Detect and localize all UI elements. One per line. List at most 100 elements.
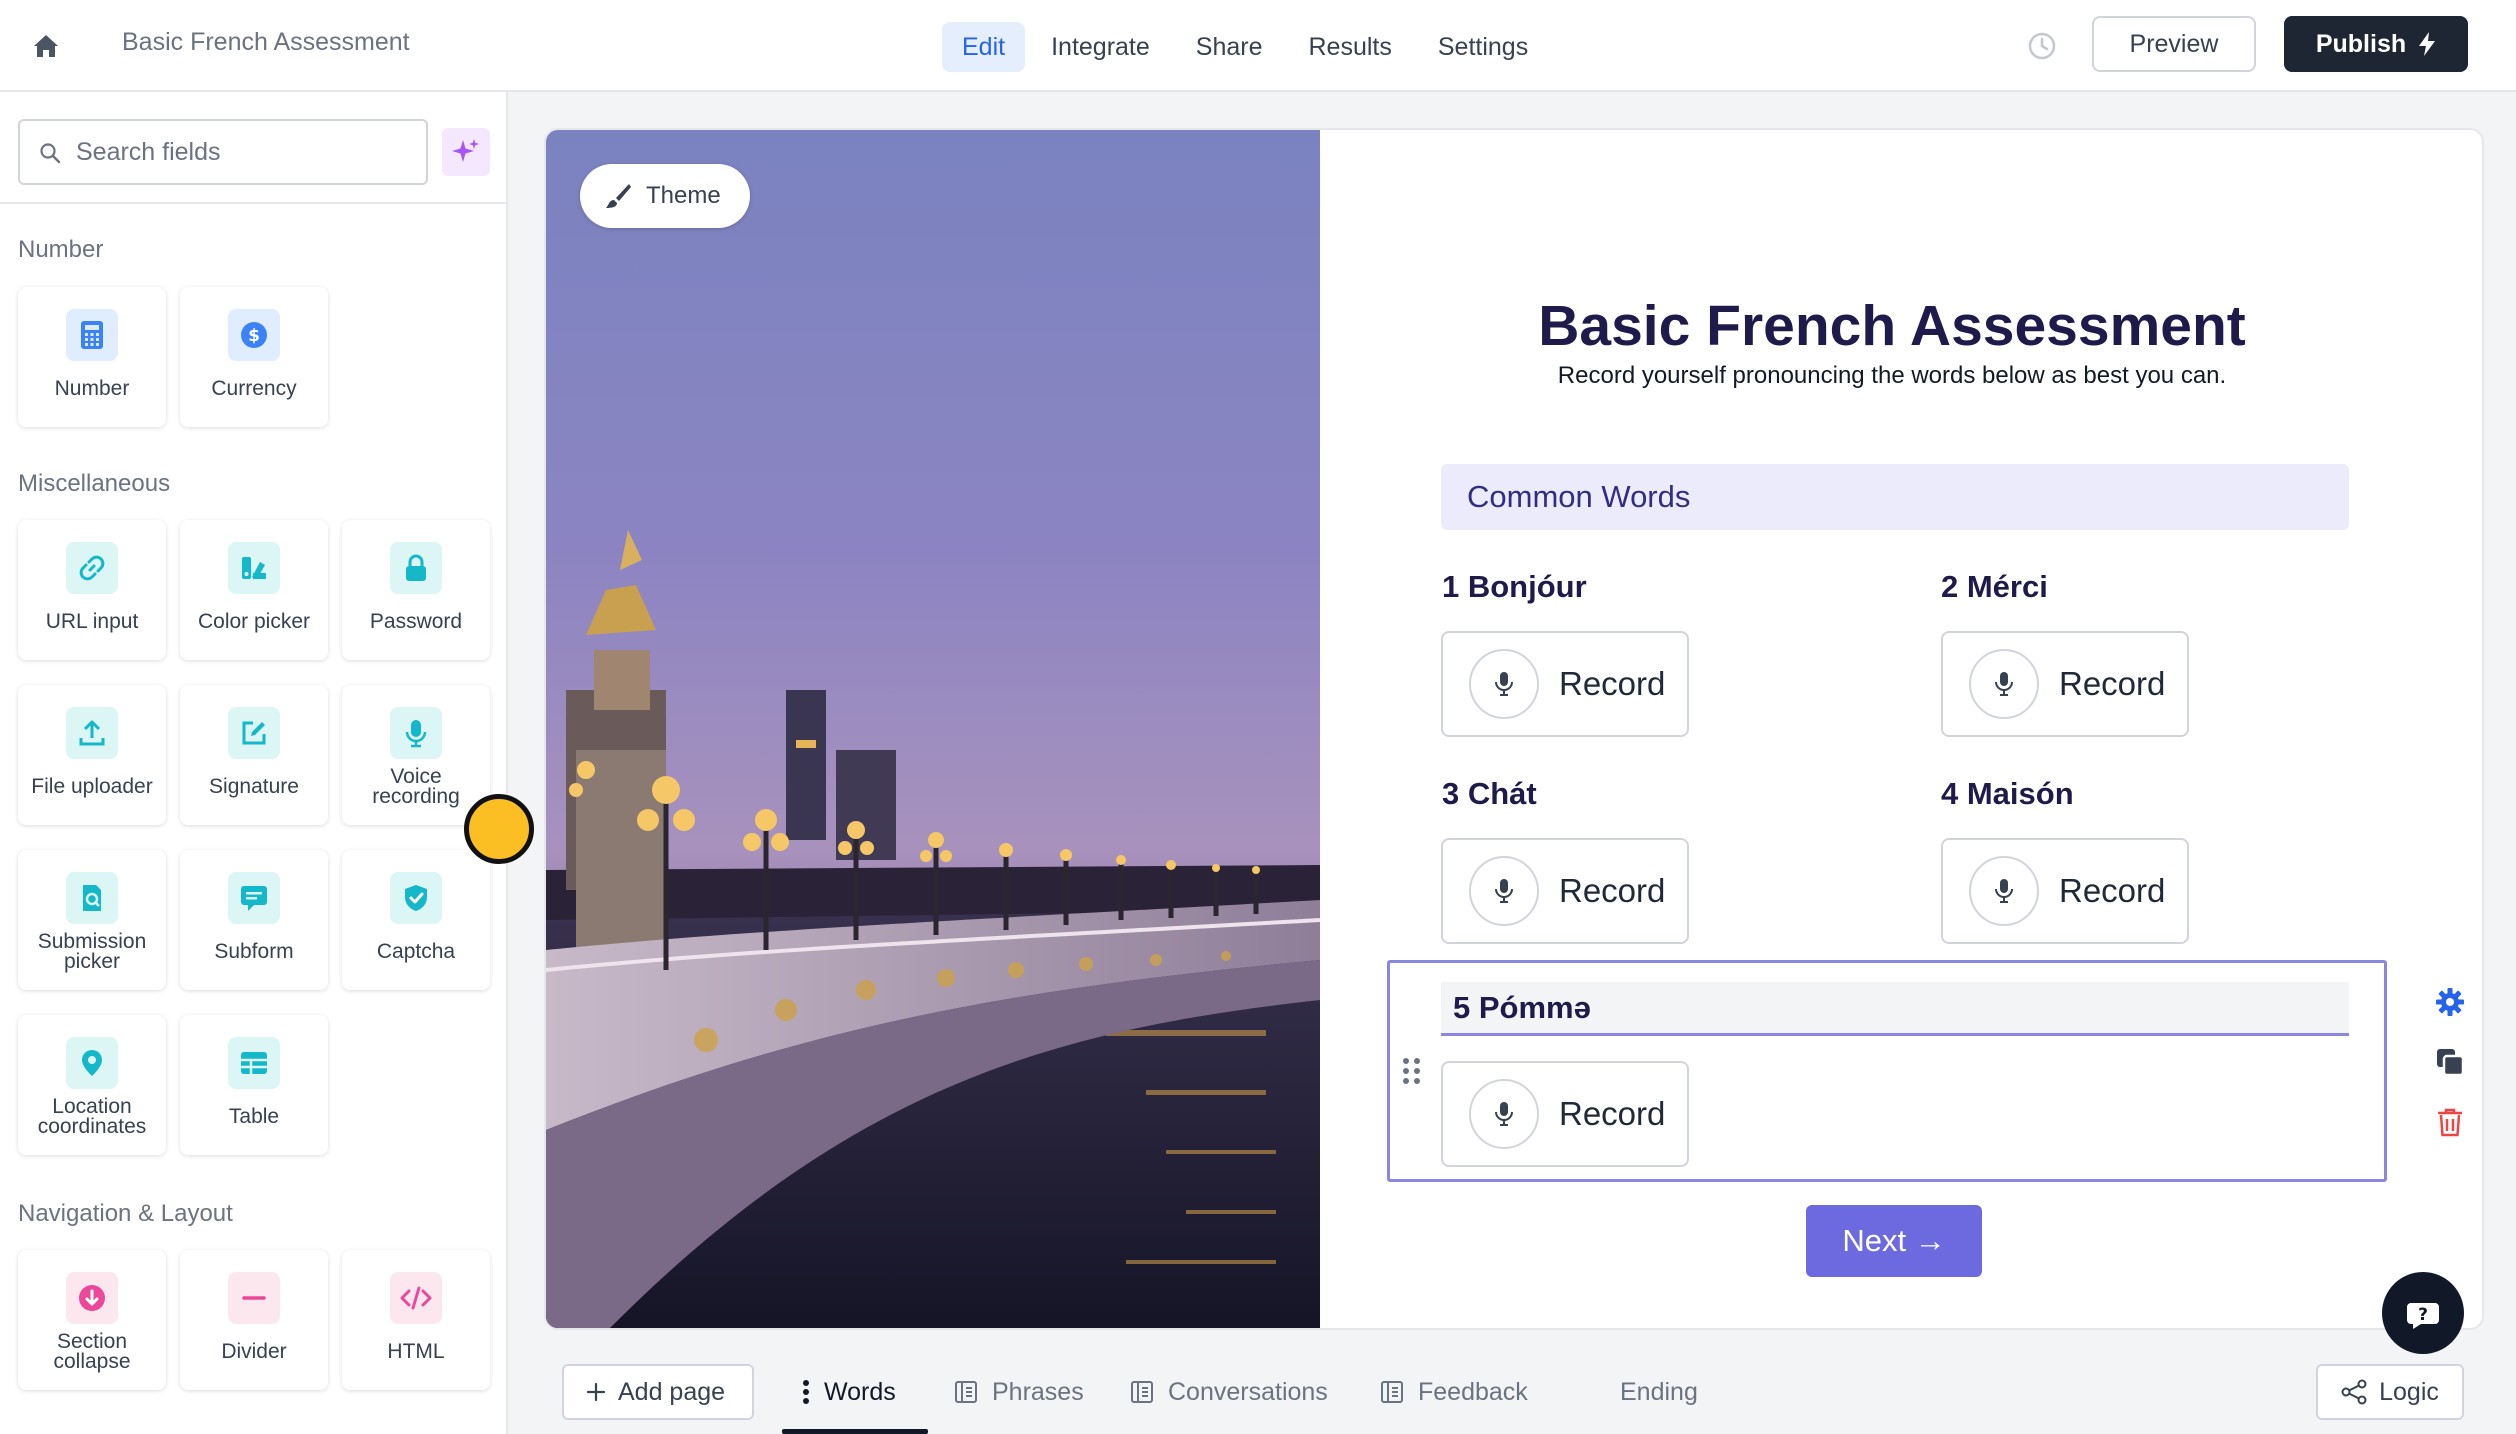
field-card-captcha[interactable]: Captcha xyxy=(342,850,490,990)
publish-button[interactable]: Publish xyxy=(2284,16,2468,72)
main-nav: Edit Integrate Share Results Settings xyxy=(942,22,1548,72)
record-button-5[interactable]: Record xyxy=(1441,1061,1689,1167)
lock-icon xyxy=(406,554,426,581)
field-card-section-collapse[interactable]: Section collapse xyxy=(18,1250,166,1390)
logic-label: Logic xyxy=(2379,1377,2439,1406)
field-card-submission-picker[interactable]: Submission picker xyxy=(18,850,166,990)
record-button-4[interactable]: Record xyxy=(1941,838,2189,944)
pointer-indicator xyxy=(464,794,534,864)
add-page-button[interactable]: Add page xyxy=(562,1364,754,1420)
field-card-file-uploader[interactable]: File uploader xyxy=(18,685,166,825)
field-card-subform[interactable]: Subform xyxy=(180,850,328,990)
field-card-voice-recording[interactable]: Voice recording xyxy=(342,685,490,825)
home-icon xyxy=(34,35,58,57)
block-settings-button[interactable] xyxy=(2430,982,2470,1022)
record-button-1[interactable]: Record xyxy=(1441,631,1689,737)
field-label: Voice recording xyxy=(372,765,460,808)
field-label: Color picker xyxy=(197,610,311,633)
field-card-signature[interactable]: Signature xyxy=(180,685,328,825)
record-label: Record xyxy=(1559,872,1666,909)
field-card-color-picker[interactable]: Color picker xyxy=(180,520,328,660)
microphone-icon xyxy=(405,720,427,748)
field-card-html[interactable]: HTML xyxy=(342,1250,490,1390)
question-2-label[interactable]: 2 Mérci xyxy=(1941,569,2048,605)
field-label: HTML xyxy=(387,1340,445,1363)
question-3-label[interactable]: 3 Chát xyxy=(1442,776,1537,812)
theme-label: Theme xyxy=(646,182,721,209)
kebab-menu-icon xyxy=(803,1380,809,1404)
form-title[interactable]: Basic French Assessment xyxy=(1392,293,2392,359)
microphone-icon xyxy=(1495,672,1513,696)
add-page-label: Add page xyxy=(618,1377,726,1406)
field-card-currency[interactable]: $ Currency xyxy=(180,287,328,427)
section-header-common-words[interactable]: Common Words xyxy=(1441,464,2349,530)
publish-label: Publish xyxy=(2315,29,2407,58)
field-label: Signature xyxy=(209,775,299,798)
field-card-table[interactable]: Table xyxy=(180,1015,328,1155)
record-button-3[interactable]: Record xyxy=(1441,838,1689,944)
form-subtitle[interactable]: Record yourself pronouncing the words be… xyxy=(1392,362,2392,390)
gear-icon xyxy=(2436,988,2464,1016)
tab-edit[interactable]: Edit xyxy=(942,22,1026,72)
drag-handle[interactable] xyxy=(1401,1056,1423,1091)
tab-share[interactable]: Share xyxy=(1176,22,1283,72)
section-title-number: Number xyxy=(18,236,104,263)
page-tab-label: Ending xyxy=(1620,1377,1698,1406)
field-label: Password xyxy=(369,610,463,633)
share-nodes-icon xyxy=(2341,1379,2367,1405)
code-icon xyxy=(400,1286,432,1310)
clock-icon xyxy=(2028,32,2056,60)
help-button[interactable]: ? xyxy=(2382,1272,2464,1354)
svg-text:?: ? xyxy=(2418,1305,2428,1325)
field-card-url-input[interactable]: URL input xyxy=(18,520,166,660)
home-button[interactable] xyxy=(26,26,66,66)
microphone-icon xyxy=(1995,879,2013,903)
field-label: Captcha xyxy=(376,940,456,963)
section-title-navigation: Navigation & Layout xyxy=(18,1200,233,1227)
version-history-button[interactable] xyxy=(2022,26,2062,66)
drag-dots-icon xyxy=(1403,1058,1420,1084)
tab-results[interactable]: Results xyxy=(1289,22,1412,72)
divider-icon xyxy=(242,1296,266,1300)
calculator-icon xyxy=(81,321,103,349)
page-tab-label: Feedback xyxy=(1418,1377,1528,1406)
field-card-number[interactable]: Number xyxy=(18,287,166,427)
search-field-box xyxy=(18,119,428,185)
tab-settings[interactable]: Settings xyxy=(1418,22,1548,72)
form-name[interactable]: Basic French Assessment xyxy=(122,28,410,57)
tab-integrate[interactable]: Integrate xyxy=(1031,22,1170,72)
field-card-password[interactable]: Password xyxy=(342,520,490,660)
block-actions xyxy=(2420,962,2480,1152)
ai-generate-button[interactable] xyxy=(442,128,490,176)
question-5-label-input[interactable]: 5 Pómmə xyxy=(1441,982,2349,1036)
logic-button[interactable]: Logic xyxy=(2316,1364,2464,1420)
duplicate-block-button[interactable] xyxy=(2430,1042,2470,1082)
page-tab-label: Words xyxy=(824,1377,896,1406)
page-icon xyxy=(955,1381,977,1403)
page-tab-conversations[interactable]: Conversations xyxy=(1130,1364,1328,1420)
page-tab-phrases[interactable]: Phrases xyxy=(954,1364,1084,1420)
theme-button[interactable]: Theme xyxy=(580,164,750,228)
question-1-label[interactable]: 1 Bonjóur xyxy=(1442,569,1587,605)
collapse-icon xyxy=(79,1285,105,1311)
dollar-icon: $ xyxy=(241,322,267,348)
section-title-misc: Miscellaneous xyxy=(18,470,171,497)
field-palette-sidebar: Number Number $ Currency Miscellaneous U… xyxy=(0,92,508,1434)
page-tab-feedback[interactable]: Feedback xyxy=(1380,1364,1528,1420)
next-button[interactable]: Next → xyxy=(1806,1205,1982,1277)
page-tab-ending[interactable]: Ending xyxy=(1620,1364,1698,1420)
delete-block-button[interactable] xyxy=(2430,1102,2470,1142)
field-label: Table xyxy=(228,1105,280,1128)
preview-button[interactable]: Preview xyxy=(2092,16,2256,72)
question-4-label[interactable]: 4 Maisón xyxy=(1941,776,2074,812)
record-button-2[interactable]: Record xyxy=(1941,631,2189,737)
page-tab-words[interactable]: Words xyxy=(802,1364,896,1420)
trash-icon xyxy=(2438,1108,2462,1137)
field-label: URL input xyxy=(45,610,139,633)
field-card-divider[interactable]: Divider xyxy=(180,1250,328,1390)
record-label: Record xyxy=(2059,872,2166,909)
question-mark-icon: ? xyxy=(2407,1303,2439,1329)
search-fields-input[interactable] xyxy=(76,137,416,167)
field-label: Subform xyxy=(214,940,294,963)
field-card-location-coordinates[interactable]: Location coordinates xyxy=(18,1015,166,1155)
